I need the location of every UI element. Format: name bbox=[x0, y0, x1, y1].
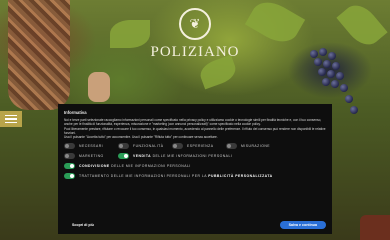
dialog-paragraph: Noi e terze parti selezionate raccogliam… bbox=[64, 118, 322, 127]
grape bbox=[318, 68, 326, 76]
option-esperienza: ESPERIENZA bbox=[172, 143, 226, 150]
condivisione-toggle[interactable] bbox=[64, 163, 75, 170]
dialog-paragraph: Puoi liberamente prestare, rifiutare o r… bbox=[64, 126, 326, 135]
misurazione-toggle[interactable] bbox=[226, 143, 237, 150]
consent-options-row: MARKETING VENDITA DELLE MIE INFORMAZIONI… bbox=[64, 153, 326, 160]
grape bbox=[331, 80, 339, 88]
option-label-rest: TRATTAMENTO DELLE MIE INFORMAZIONI PERSO… bbox=[79, 174, 207, 179]
option-label: FUNZIONALITÀ bbox=[133, 144, 164, 149]
consent-options-row: NECESSARI FUNZIONALITÀ ESPERIENZA MISURA… bbox=[64, 143, 326, 150]
consent-options-row: TRATTAMENTO DELLE MIE INFORMAZIONI PERSO… bbox=[64, 173, 326, 180]
vendita-toggle[interactable] bbox=[118, 153, 129, 160]
dialog-title: Informativa bbox=[64, 110, 87, 115]
grape bbox=[345, 95, 353, 103]
option-label: ESPERIENZA bbox=[187, 144, 214, 149]
grape bbox=[323, 60, 331, 68]
leaf bbox=[244, 0, 306, 50]
crest-icon: ❦ bbox=[179, 8, 211, 40]
option-label-bold: PUBBLICITÀ PERSONALIZZATA bbox=[208, 174, 273, 179]
option-label: CONDIVISIONE DELLE MIE INFORMAZIONI PERS… bbox=[79, 164, 191, 168]
option-condivisione: CONDIVISIONE DELLE MIE INFORMAZIONI PERS… bbox=[64, 163, 191, 170]
leaf bbox=[110, 20, 150, 48]
option-label: MARKETING bbox=[79, 154, 104, 159]
funzionalita-toggle[interactable] bbox=[118, 143, 129, 150]
dialog-buttons: Scopri di più Salva e continua bbox=[64, 221, 326, 229]
consent-options-row: CONDIVISIONE DELLE MIE INFORMAZIONI PERS… bbox=[64, 163, 326, 170]
option-trattamento: TRATTAMENTO DELLE MIE INFORMAZIONI PERSO… bbox=[64, 173, 273, 180]
marketing-toggle[interactable] bbox=[64, 153, 75, 160]
grape bbox=[314, 58, 322, 66]
menu-button[interactable] bbox=[0, 111, 22, 127]
person-arm bbox=[88, 72, 110, 102]
option-funzionalita: FUNZIONALITÀ bbox=[118, 143, 172, 150]
trattamento-toggle[interactable] bbox=[64, 173, 75, 180]
option-label-rest: DELLE MIE INFORMAZIONI PERSONALI bbox=[111, 164, 191, 169]
grape bbox=[340, 84, 348, 92]
person-shirt bbox=[8, 0, 70, 110]
dialog-paragraph: Usa il pulsante "Accetta tutto" per acco… bbox=[64, 135, 218, 140]
hamburger-icon-line bbox=[5, 114, 17, 117]
learn-more-button[interactable]: Scopri di più bbox=[64, 221, 102, 229]
option-misurazione: MISURAZIONE bbox=[226, 143, 280, 150]
grape bbox=[350, 106, 358, 114]
option-necessari: NECESSARI bbox=[64, 143, 118, 150]
esperienza-toggle[interactable] bbox=[172, 143, 183, 150]
grape bbox=[327, 70, 335, 78]
grape bbox=[322, 78, 330, 86]
option-label-bold: CONDIVISIONE bbox=[79, 164, 110, 169]
option-label: TRATTAMENTO DELLE MIE INFORMAZIONI PERSO… bbox=[79, 174, 273, 178]
brand-logo[interactable]: ❦ POLIZIANO bbox=[150, 8, 240, 61]
brand-name: POLIZIANO bbox=[150, 44, 240, 60]
leaf bbox=[336, 0, 388, 52]
grape bbox=[336, 72, 344, 80]
boot bbox=[360, 215, 390, 240]
option-label: NECESSARI bbox=[79, 144, 104, 149]
option-label: MISURAZIONE bbox=[241, 144, 271, 149]
hamburger-icon-line bbox=[5, 118, 17, 120]
grape bbox=[310, 50, 318, 58]
option-marketing: MARKETING bbox=[64, 153, 118, 160]
necessari-toggle[interactable] bbox=[64, 143, 75, 150]
option-vendita: VENDITA DELLE MIE INFORMAZIONI PERSONALI bbox=[118, 153, 232, 160]
option-label-bold: VENDITA bbox=[133, 154, 152, 159]
grape bbox=[319, 48, 327, 56]
hamburger-icon-line bbox=[5, 121, 17, 124]
grape bbox=[328, 52, 336, 60]
option-label-rest: DELLE MIE INFORMAZIONI PERSONALI bbox=[152, 154, 233, 159]
dialog-text: Noi e terze parti selezionate raccogliam… bbox=[64, 118, 326, 139]
option-label: VENDITA DELLE MIE INFORMAZIONI PERSONALI bbox=[133, 154, 232, 158]
save-continue-button[interactable]: Salva e continua bbox=[279, 221, 326, 229]
cookie-consent-dialog: Informativa Noi e terze parti selezionat… bbox=[58, 104, 332, 234]
grape bbox=[332, 62, 340, 70]
